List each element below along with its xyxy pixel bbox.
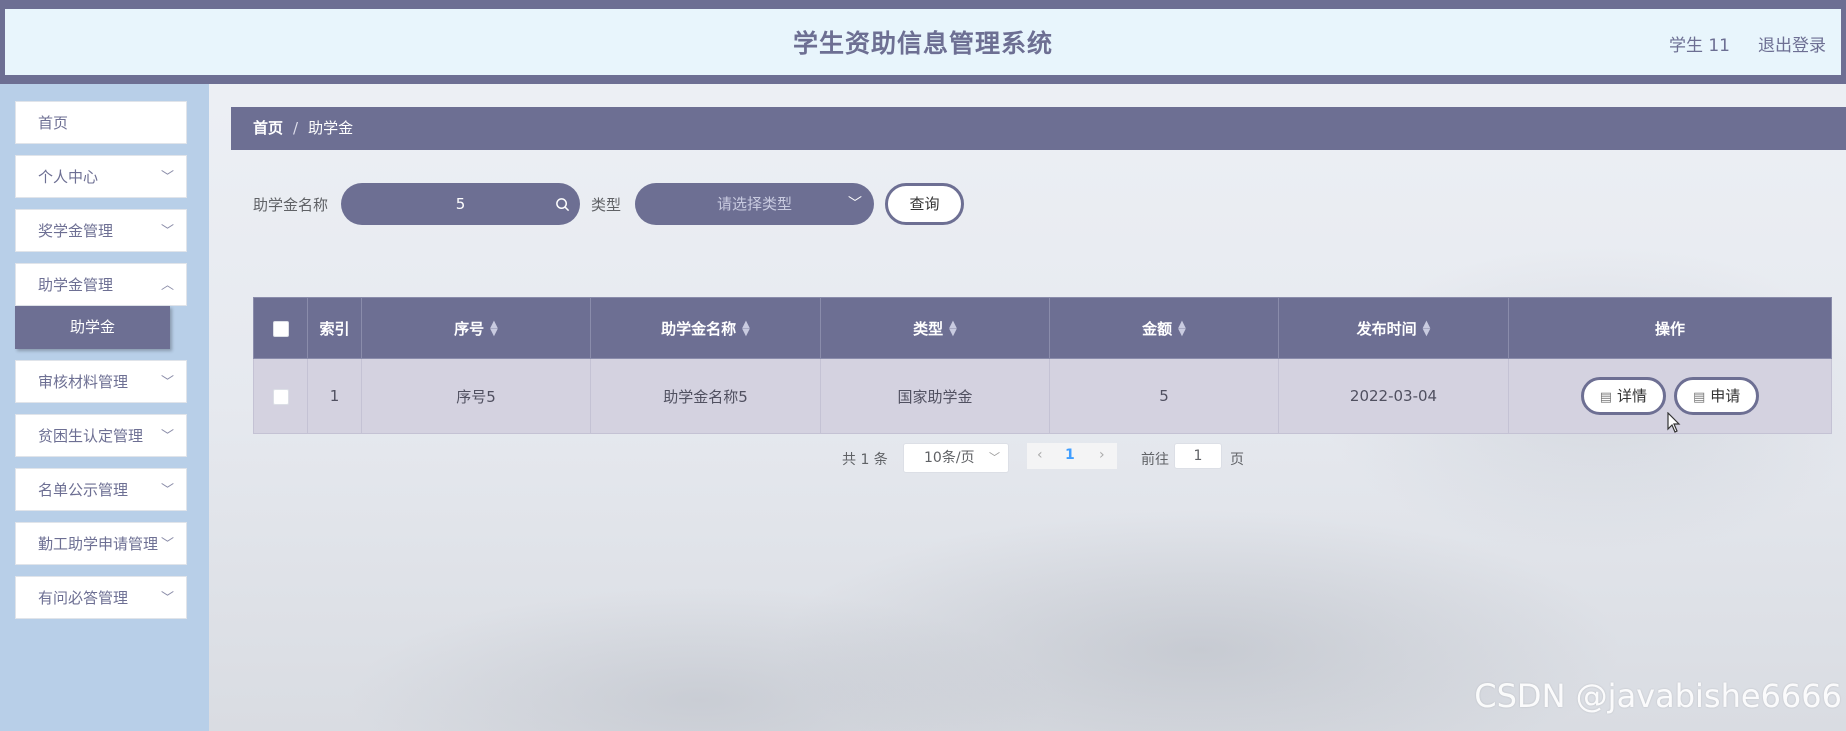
chevron-down-icon: ﹀: [989, 451, 1000, 464]
grant-table: 索引 序号 ▲ ▼ 助学金名称 ▲ ▼ 类型 ▲ ▼ 金额 ▲ ▼ 发布时间 ▲ ▼ 操作 1 序号…: [253, 297, 1832, 434]
cell-amount: 5: [1049, 358, 1279, 434]
select-all-checkbox[interactable]: [272, 320, 289, 337]
logout-link[interactable]: 退出登录: [1758, 31, 1826, 56]
column-header-amount[interactable]: 金额 ▲ ▼: [1049, 297, 1279, 359]
sidebar-subitem-grant[interactable]: 助学金: [15, 306, 170, 349]
chevron-up-icon: ︿: [160, 278, 174, 293]
breadcrumb-separator: /: [293, 119, 299, 137]
breadcrumb-home[interactable]: 首页: [253, 119, 283, 137]
breadcrumb-current: 助学金: [308, 119, 354, 137]
sidebar-item-list-publicity[interactable]: 名单公示管理 ﹀: [15, 468, 187, 511]
search-icon[interactable]: [555, 183, 570, 225]
mouse-cursor-icon: [1667, 412, 1681, 433]
apply-button[interactable]: ▤ 申请: [1674, 377, 1760, 415]
sidebar: 首页 个人中心 ﹀ 奖学金管理 ﹀ 助学金管理 ︿ 助学金 审核材料管理 ﹀ 贫…: [0, 84, 209, 731]
type-select[interactable]: 请选择类型 ﹀: [635, 183, 874, 225]
sort-icon[interactable]: ▲ ▼: [1423, 320, 1431, 338]
column-header-label: 金额: [1142, 319, 1173, 338]
sort-icon[interactable]: ▲ ▼: [949, 320, 957, 338]
sidebar-item-home[interactable]: 首页: [15, 101, 187, 144]
column-header-index: 索引: [307, 297, 362, 359]
sidebar-item-label: 奖学金管理: [38, 222, 114, 240]
sidebar-item-label: 勤工助学申请管理: [38, 535, 159, 553]
row-select-cell: [253, 358, 308, 434]
apply-button-label: 申请: [1710, 387, 1741, 405]
table-row: 1 序号5 助学金名称5 国家助学金 5 2022-03-04 ▤ 详情 ▤ 申请: [253, 358, 1832, 434]
sidebar-item-poverty-identification[interactable]: 贫困生认定管理 ﹀: [15, 414, 187, 457]
sidebar-item-label: 名单公示管理: [38, 481, 129, 499]
breadcrumb: 首页 / 助学金: [231, 107, 1846, 150]
sidebar-item-qa[interactable]: 有问必答管理 ﹀: [15, 576, 187, 619]
header-bottom-strip: [0, 75, 1846, 84]
chevron-down-icon: ﹀: [160, 591, 174, 606]
app-title: 学生资助信息管理系统: [792, 29, 1053, 58]
sidebar-item-grant[interactable]: 助学金管理 ︿: [15, 263, 187, 306]
next-page-icon[interactable]: ›: [1099, 447, 1105, 463]
chevron-down-icon: ﹀: [160, 224, 174, 239]
column-header-actions: 操作: [1508, 297, 1832, 359]
document-icon: ▤: [1599, 390, 1612, 405]
column-header-label: 发布时间: [1356, 319, 1417, 338]
column-header-name[interactable]: 助学金名称 ▲ ▼: [590, 297, 821, 359]
sidebar-item-label: 首页: [38, 114, 69, 132]
select-all-cell: [253, 297, 308, 359]
column-header-label: 类型: [913, 319, 944, 338]
sidebar-item-review-materials[interactable]: 审核材料管理 ﹀: [15, 360, 187, 403]
grant-name-label: 助学金名称: [253, 196, 329, 214]
watermark: CSDN @javabishe6666: [1474, 677, 1842, 715]
cell-date: 2022-03-04: [1278, 358, 1509, 434]
sidebar-item-label: 有问必答管理: [38, 589, 129, 607]
top-strip: [0, 0, 1846, 9]
prev-page-icon[interactable]: ‹: [1037, 447, 1043, 463]
sidebar-item-label: 个人中心: [38, 168, 99, 186]
cell-name: 助学金名称5: [590, 358, 821, 434]
sidebar-item-label: 助学金管理: [38, 276, 114, 294]
table-header-row: 索引 序号 ▲ ▼ 助学金名称 ▲ ▼ 类型 ▲ ▼ 金额 ▲ ▼ 发布时间 ▲ ▼ 操作: [253, 297, 1832, 359]
page-size-select[interactable]: 10条/页 ﹀: [903, 443, 1009, 473]
sidebar-item-scholarship[interactable]: 奖学金管理 ﹀: [15, 209, 187, 252]
row-checkbox[interactable]: [272, 388, 289, 405]
grant-name-value: 5: [455, 195, 466, 213]
page-number[interactable]: 1: [1065, 447, 1075, 463]
cell-serial: 序号5: [361, 358, 591, 434]
user-name: 学生 11: [1668, 36, 1730, 56]
chevron-down-icon: ﹀: [160, 483, 174, 498]
detail-button[interactable]: ▤ 详情: [1580, 377, 1666, 415]
grant-name-input[interactable]: 5: [341, 183, 580, 225]
column-header-serial[interactable]: 序号 ▲ ▼: [361, 297, 591, 359]
cell-index: 1: [307, 358, 362, 434]
chevron-down-icon: ﹀: [160, 537, 174, 552]
chevron-down-icon: ﹀: [848, 196, 862, 212]
sort-icon[interactable]: ▲ ▼: [742, 320, 750, 338]
cell-type: 国家助学金: [820, 358, 1050, 434]
sidebar-item-label: 审核材料管理: [38, 373, 129, 391]
pagination-total: 共 1 条: [842, 452, 888, 468]
sidebar-item-work-study[interactable]: 勤工助学申请管理 ﹀: [15, 522, 187, 565]
sidebar-item-personal-center[interactable]: 个人中心 ﹀: [15, 155, 187, 198]
column-header-type[interactable]: 类型 ▲ ▼: [820, 297, 1050, 359]
column-header-label: 序号: [454, 319, 485, 338]
column-header-label: 助学金名称: [661, 319, 737, 338]
sort-icon[interactable]: ▲ ▼: [490, 320, 498, 338]
type-label: 类型: [591, 196, 622, 214]
chevron-down-icon: ﹀: [160, 170, 174, 185]
query-button[interactable]: 查询: [885, 183, 964, 225]
column-header-date[interactable]: 发布时间 ▲ ▼: [1278, 297, 1509, 359]
goto-page-input[interactable]: 1: [1174, 443, 1222, 469]
detail-button-label: 详情: [1616, 387, 1647, 405]
chevron-down-icon: ﹀: [160, 429, 174, 444]
sort-icon[interactable]: ▲ ▼: [1178, 320, 1186, 338]
page-nav: ‹ 1 ›: [1027, 443, 1117, 469]
goto-label: 前往: [1141, 452, 1169, 468]
chevron-down-icon: ﹀: [160, 375, 174, 390]
page-unit-label: 页: [1230, 452, 1244, 468]
document-icon: ▤: [1693, 390, 1706, 405]
type-placeholder: 请选择类型: [716, 195, 792, 213]
page-size-value: 10条/页: [924, 450, 975, 466]
sidebar-item-label: 贫困生认定管理: [38, 427, 144, 445]
